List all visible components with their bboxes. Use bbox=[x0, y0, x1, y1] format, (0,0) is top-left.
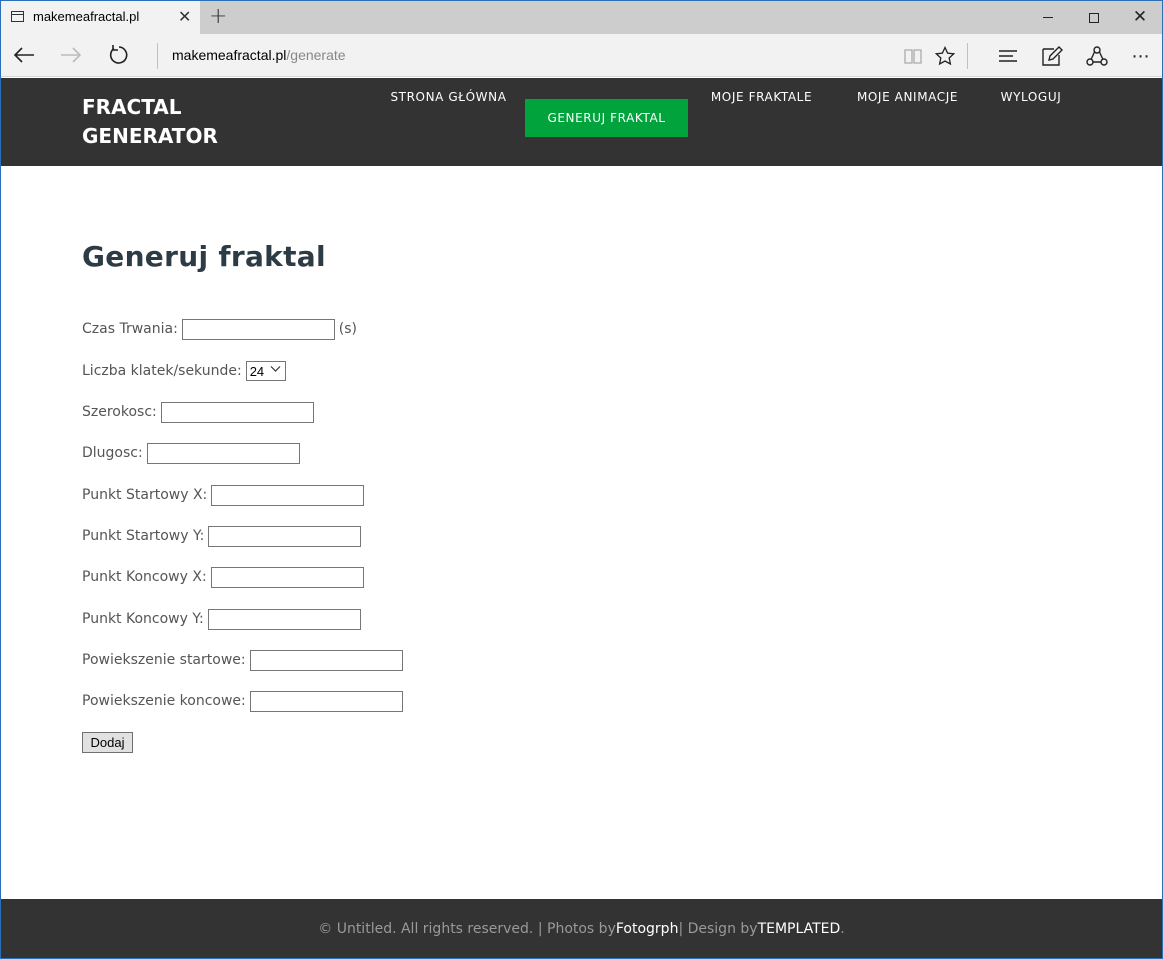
maximize-button[interactable] bbox=[1071, 1, 1117, 34]
end-x-input[interactable] bbox=[210, 566, 364, 588]
duration-input[interactable] bbox=[181, 318, 335, 340]
toolbar-separator bbox=[967, 43, 968, 69]
site-header: FRACTAL GENERATOR STRONA GŁÓWNA GENERUJ … bbox=[1, 78, 1162, 166]
duration-unit: (s) bbox=[338, 321, 358, 337]
forward-button[interactable] bbox=[56, 40, 86, 70]
hub-icon[interactable] bbox=[995, 43, 1021, 69]
end-y-input[interactable] bbox=[207, 608, 361, 630]
start-x-label: Punkt Startowy X: bbox=[82, 487, 208, 503]
start-y-input[interactable] bbox=[208, 525, 362, 547]
web-note-icon[interactable] bbox=[1039, 43, 1065, 69]
tab-strip: makemeafractal.pl ✕ + ✕ bbox=[1, 1, 1162, 34]
footer-period: . bbox=[840, 921, 845, 937]
form-row-start-x: Punkt Startowy X: bbox=[82, 484, 365, 506]
footer-copyright: © Untitled. All rights reserved. | Photo… bbox=[318, 921, 616, 937]
site-footer: © Untitled. All rights reserved. | Photo… bbox=[1, 899, 1162, 958]
start-x-input[interactable] bbox=[211, 484, 365, 506]
back-button[interactable] bbox=[9, 40, 39, 70]
add-button[interactable]: Dodaj bbox=[82, 732, 133, 753]
nav-item-logout[interactable]: WYLOGUJ bbox=[981, 78, 1081, 116]
refresh-icon bbox=[109, 45, 128, 64]
form-row-start-y: Punkt Startowy Y: bbox=[82, 525, 362, 547]
form-row-zoom-start: Powiekszenie startowe: bbox=[82, 649, 403, 671]
tab-title: makemeafractal.pl bbox=[33, 9, 140, 24]
close-icon: ✕ bbox=[1132, 7, 1148, 27]
width-input[interactable] bbox=[160, 401, 314, 423]
form-row-width: Szerokosc: bbox=[82, 401, 314, 423]
url-separator bbox=[157, 43, 158, 69]
fps-selected-value: 24 bbox=[249, 363, 265, 379]
zoom-end-input[interactable] bbox=[249, 690, 403, 712]
close-window-button[interactable]: ✕ bbox=[1117, 1, 1162, 34]
page-icon bbox=[11, 11, 24, 22]
start-y-label: Punkt Startowy Y: bbox=[82, 528, 205, 544]
form-row-fps: Liczba klatek/sekunde: 24 bbox=[82, 360, 286, 382]
forward-arrow-icon bbox=[61, 47, 82, 63]
form-row-duration: Czas Trwania: (s) bbox=[82, 318, 357, 340]
width-label: Szerokosc: bbox=[82, 404, 157, 420]
end-x-label: Punkt Koncowy X: bbox=[82, 569, 207, 585]
browser-window: makemeafractal.pl ✕ + ✕ makemeafractal.p… bbox=[0, 0, 1163, 959]
end-y-label: Punkt Koncowy Y: bbox=[82, 611, 204, 627]
reading-view-icon[interactable] bbox=[900, 43, 926, 69]
zoom-start-input[interactable] bbox=[249, 649, 403, 671]
url-domain: makemeafractal.pl bbox=[172, 47, 287, 63]
site-logo[interactable]: FRACTAL GENERATOR bbox=[82, 93, 252, 151]
fps-label: Liczba klatek/sekunde: bbox=[82, 363, 242, 379]
refresh-button[interactable] bbox=[104, 40, 134, 70]
form-row-length: Dlugosc: bbox=[82, 442, 300, 464]
browser-tab[interactable]: makemeafractal.pl ✕ bbox=[1, 1, 200, 34]
close-tab-icon[interactable]: ✕ bbox=[178, 7, 191, 27]
logo-line-1: FRACTAL bbox=[82, 95, 182, 119]
form-row-end-x: Punkt Koncowy X: bbox=[82, 566, 364, 588]
page-title: Generuj fraktal bbox=[82, 240, 326, 273]
minimize-icon bbox=[1043, 17, 1053, 18]
form-row-end-y: Punkt Koncowy Y: bbox=[82, 608, 361, 630]
footer-design-by: | Design by bbox=[678, 921, 758, 937]
fps-select[interactable]: 24 bbox=[245, 361, 286, 381]
length-input[interactable] bbox=[146, 442, 300, 464]
url-path: /generate bbox=[286, 47, 346, 63]
address-bar: makemeafractal.pl/generate ⋯ bbox=[1, 34, 1162, 77]
footer-link-fotogrph[interactable]: Fotogrph bbox=[616, 921, 679, 937]
nav-item-my-animations[interactable]: MOJE ANIMACJE bbox=[835, 78, 980, 116]
url-field[interactable]: makemeafractal.pl/generate bbox=[172, 47, 346, 63]
nav-item-home[interactable]: STRONA GŁÓWNA bbox=[372, 78, 525, 116]
zoom-end-label: Powiekszenie koncowe: bbox=[82, 693, 246, 709]
new-tab-icon[interactable]: + bbox=[209, 4, 227, 30]
chevron-down-icon bbox=[270, 365, 281, 376]
length-label: Dlugosc: bbox=[82, 445, 143, 461]
logo-line-2: GENERATOR bbox=[82, 124, 218, 148]
footer-link-templated[interactable]: TEMPLATED bbox=[758, 921, 841, 937]
nav-item-my-fractals[interactable]: MOJE FRAKTALE bbox=[689, 78, 834, 116]
duration-label: Czas Trwania: bbox=[82, 321, 178, 337]
more-options-icon[interactable]: ⋯ bbox=[1128, 43, 1154, 69]
back-arrow-icon bbox=[13, 47, 34, 63]
share-icon[interactable] bbox=[1084, 43, 1110, 69]
form-row-zoom-end: Powiekszenie koncowe: bbox=[82, 690, 403, 712]
nav-item-generate-fractal[interactable]: GENERUJ FRAKTAL bbox=[525, 99, 688, 137]
maximize-icon bbox=[1089, 12, 1099, 23]
favorite-star-icon[interactable] bbox=[932, 43, 958, 69]
zoom-start-label: Powiekszenie startowe: bbox=[82, 652, 246, 668]
minimize-button[interactable] bbox=[1025, 1, 1071, 34]
